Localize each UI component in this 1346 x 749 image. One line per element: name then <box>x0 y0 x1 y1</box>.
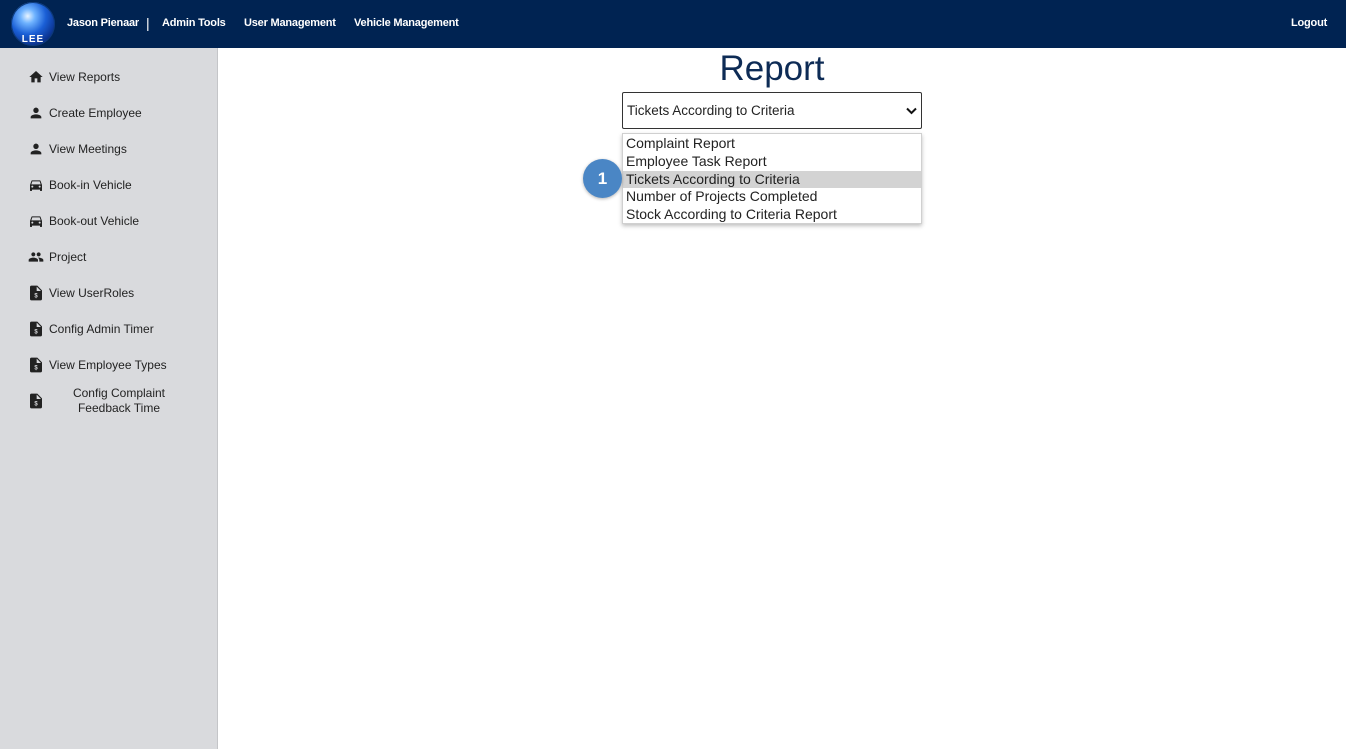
sidebar-item-config-admin-timer[interactable]: $ Config Admin Timer <box>26 317 196 341</box>
top-navbar: LEE Jason Pienaar | Admin Tools User Man… <box>0 0 1346 48</box>
car-icon <box>26 175 46 195</box>
step-marker-badge: 1 <box>583 159 622 198</box>
sidebar-item-view-employee-types[interactable]: $ View Employee Types <box>26 353 196 377</box>
sidebar-item-label: Config Admin Timer <box>49 322 154 336</box>
page-title: Report <box>719 49 825 88</box>
sidebar-item-label: Create Employee <box>49 106 142 120</box>
group-icon <box>26 247 46 267</box>
car-icon <box>26 211 46 231</box>
sidebar-item-create-employee[interactable]: Create Employee <box>26 101 196 125</box>
home-icon <box>26 67 46 87</box>
sidebar-item-config-complaint-feedback-time[interactable]: $ Config Complaint Feedback Time <box>26 384 196 418</box>
chevron-down-icon <box>901 107 921 115</box>
sidebar-item-project[interactable]: Project <box>26 245 196 269</box>
sidebar-item-label: View Employee Types <box>49 358 167 372</box>
nav-admin-tools[interactable]: Admin Tools <box>162 17 226 29</box>
nav-user-management[interactable]: User Management <box>244 17 336 29</box>
dropdown-option-number-of-projects-completed[interactable]: Number of Projects Completed <box>623 188 921 205</box>
person-icon <box>26 103 46 123</box>
report-type-select[interactable]: Tickets According to Criteria <box>622 92 922 129</box>
dropdown-option-tickets-according-to-criteria[interactable]: Tickets According to Criteria <box>623 171 921 188</box>
report-type-select-value: Tickets According to Criteria <box>627 103 795 118</box>
sidebar-item-label: View Reports <box>49 70 121 84</box>
sidebar-item-label: View Meetings <box>49 142 127 156</box>
company-logo[interactable]: LEE <box>11 2 55 46</box>
sidebar-item-view-meetings[interactable]: View Meetings <box>26 137 196 161</box>
sidebar-item-view-reports[interactable]: View Reports <box>26 65 196 89</box>
sidebar-item-label: Config Complaint Feedback Time <box>72 386 166 415</box>
dropdown-option-employee-task-report[interactable]: Employee Task Report <box>623 153 921 170</box>
document-icon: $ <box>26 355 46 375</box>
document-icon: $ <box>26 391 46 411</box>
nav-vehicle-management[interactable]: Vehicle Management <box>354 17 459 29</box>
logo-text: LEE <box>21 34 45 45</box>
document-icon: $ <box>26 283 46 303</box>
logout-link[interactable]: Logout <box>1291 17 1327 29</box>
sidebar-item-book-out-vehicle[interactable]: Book-out Vehicle <box>26 209 196 233</box>
dropdown-option-stock-according-to-criteria-report[interactable]: Stock According to Criteria Report <box>623 206 921 223</box>
sidebar-item-label: Book-in Vehicle <box>49 178 132 192</box>
document-icon: $ <box>26 319 46 339</box>
nav-separator: | <box>146 15 150 31</box>
sidebar: View Reports Create Employee View Meetin… <box>0 48 218 749</box>
sidebar-item-label: View UserRoles <box>49 286 135 300</box>
dropdown-option-complaint-report[interactable]: Complaint Report <box>623 135 921 152</box>
sidebar-item-book-in-vehicle[interactable]: Book-in Vehicle <box>26 173 196 197</box>
report-type-dropdown: Complaint Report Employee Task Report Ti… <box>622 133 922 224</box>
sidebar-item-label: Book-out Vehicle <box>49 214 140 228</box>
user-name: Jason Pienaar <box>67 17 139 29</box>
sidebar-item-label: Project <box>49 250 87 264</box>
person-icon <box>26 139 46 159</box>
sidebar-item-view-userroles[interactable]: $ View UserRoles <box>26 281 196 305</box>
